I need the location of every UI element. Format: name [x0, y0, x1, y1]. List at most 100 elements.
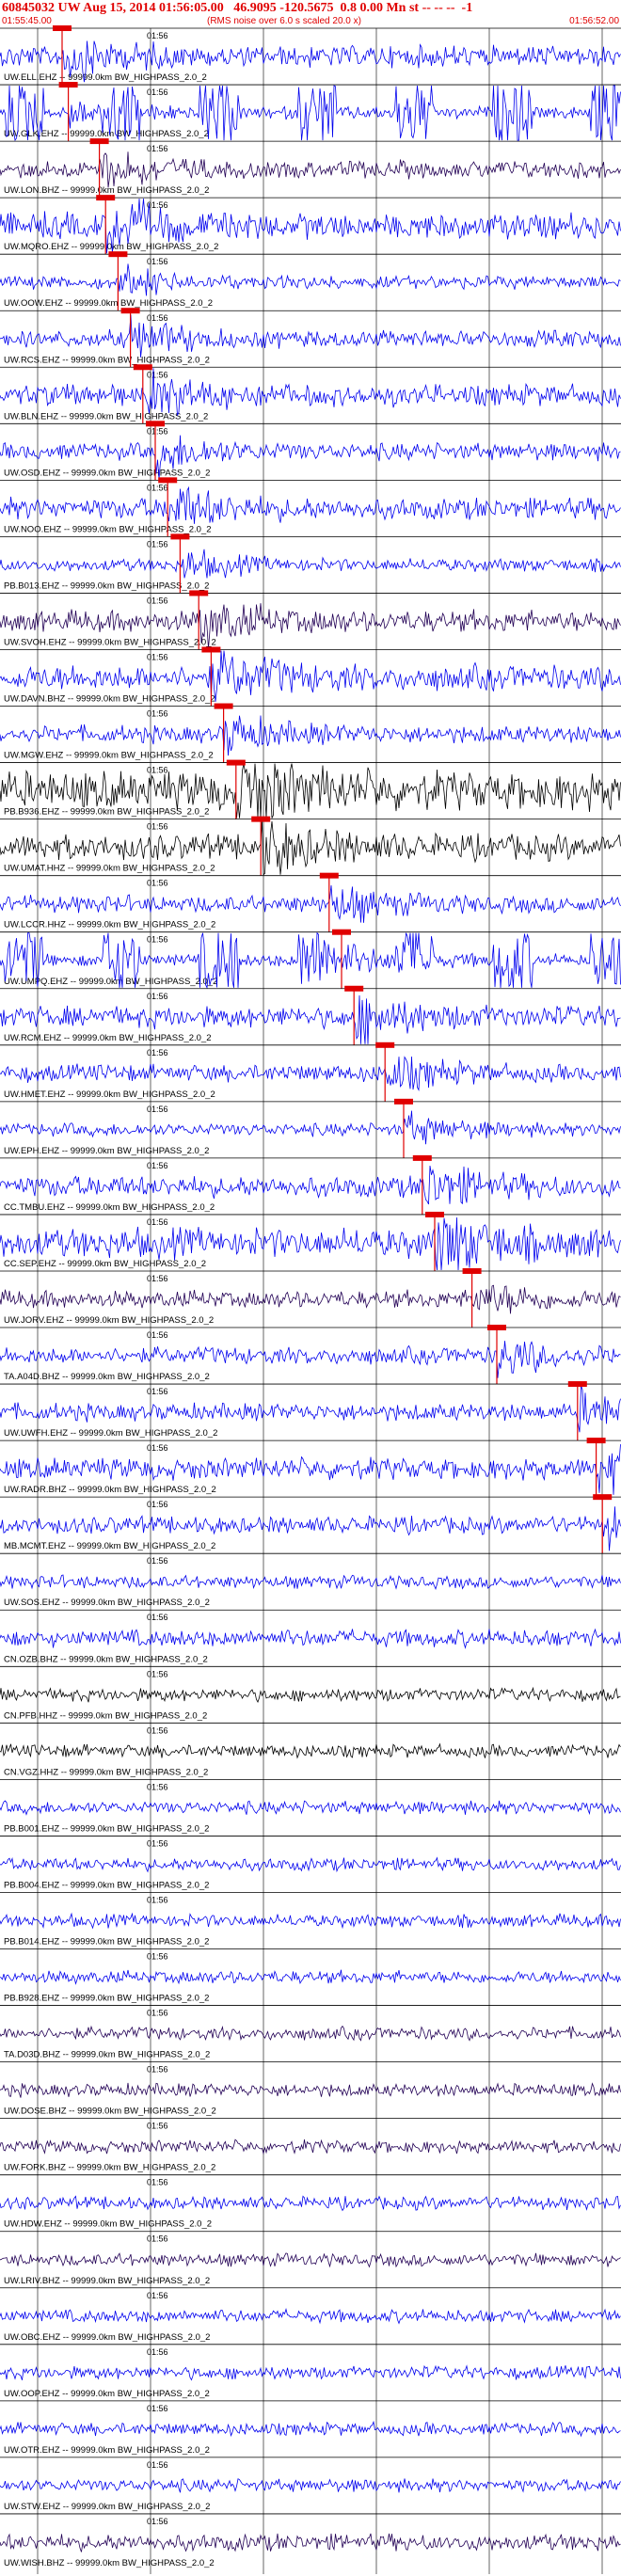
- time-tick-label: 01:56: [147, 1443, 168, 1453]
- pick-marker: [586, 1438, 606, 1444]
- station-label: UW.OTR.EHZ -- 99999.0km BW_HIGHPASS_2.0_…: [4, 2445, 210, 2456]
- waveform-trace: [0, 2195, 621, 2212]
- station-label: UW.OBC.EHZ -- 99999.0km BW_HIGHPASS_2.0_…: [4, 2332, 210, 2343]
- station-label: UW.NOO.EHZ -- 99999.0km BW_HIGHPASS_2.0_…: [4, 524, 212, 534]
- station-label: TA.D03D.BHZ -- 99999.0km BW_HIGHPASS_2.0…: [4, 2050, 210, 2060]
- time-tick-label: 01:56: [147, 1217, 168, 1227]
- waveform-trace: [0, 314, 621, 358]
- pick-marker: [394, 1098, 413, 1105]
- time-tick-label: 01:56: [147, 257, 168, 266]
- station-label: CC.TMBU.EHZ -- 99999.0km BW_HIGHPASS_2.0…: [4, 1202, 215, 1213]
- waveform-trace: [0, 2139, 621, 2155]
- time-tick-label: 01:56: [147, 992, 168, 1001]
- time-tick-label: 01:56: [147, 1330, 168, 1340]
- station-label: UW.HMET.EHZ -- 99999.0km BW_HIGHPASS_2.0…: [4, 1089, 215, 1100]
- waveform-trace: [0, 1856, 621, 1873]
- waveform-trace: [0, 2252, 621, 2268]
- waveform-trace: [0, 2308, 621, 2325]
- time-tick-label: 01:56: [147, 1387, 168, 1396]
- time-tick-label: 01:56: [147, 1500, 168, 1509]
- pick-marker: [120, 308, 140, 314]
- waveform-trace: [0, 1686, 621, 1703]
- station-label: CN.VGZ.HHZ -- 99999.0km BW_HIGHPASS_2.0_…: [4, 1767, 208, 1777]
- time-tick-label: 01:56: [147, 1782, 168, 1791]
- station-label: PB.B928.EHZ -- 99999.0km BW_HIGHPASS_2.0…: [4, 1994, 209, 2004]
- station-label: UW.OOP.EHZ -- 99999.0km BW_HIGHPASS_2.0_…: [4, 2389, 210, 2399]
- pick-marker: [226, 759, 246, 766]
- pick-marker: [214, 703, 233, 709]
- pick-marker: [189, 590, 209, 596]
- waveform-trace: [0, 1800, 621, 1816]
- pick-marker: [567, 1381, 587, 1388]
- station-label: UW.MGW.EHZ -- 99999.0km BW_HIGHPASS_2.0_…: [4, 751, 214, 761]
- time-tick-label: 01:56: [147, 935, 168, 945]
- station-label: UW.LRIV.BHZ -- 99999.0km BW_HIGHPASS_2.0…: [4, 2276, 210, 2286]
- time-tick-label: 01:56: [147, 1274, 168, 1283]
- station-label: MB.MCMT.EHZ -- 99999.0km BW_HIGHPASS_2.0…: [4, 1541, 215, 1551]
- waveform-trace: [0, 1742, 621, 1759]
- waveform-trace: [0, 1912, 621, 1930]
- time-tick-label: 01:56: [147, 1952, 168, 1962]
- waveform-trace: [0, 2478, 621, 2493]
- waveform-trace: [0, 368, 621, 416]
- station-label: UW.OSD.EHZ -- 99999.0km BW_HIGHPASS_2.0_…: [4, 468, 210, 478]
- station-label: UW.SOS.EHZ -- 99999.0km BW_HIGHPASS_2.0_…: [4, 1598, 210, 1608]
- station-label: UW.BLN.EHZ -- 99999.0km BW_HIGHPASS_2.0_…: [4, 411, 208, 421]
- pick-marker: [593, 1494, 613, 1501]
- time-tick-label: 01:56: [147, 2517, 168, 2526]
- time-tick-label: 01:56: [147, 31, 168, 40]
- station-label: UW.DOSE.BHZ -- 99999.0km BW_HIGHPASS_2.0…: [4, 2107, 216, 2117]
- time-tick-label: 01:56: [147, 370, 168, 379]
- station-label: PB.B013.EHZ -- 99999.0km BW_HIGHPASS_2.0…: [4, 580, 209, 591]
- station-label: UW.UWFH.EHZ -- 99999.0km BW_HIGHPASS_2.0…: [4, 1428, 217, 1439]
- time-tick-label: 01:56: [147, 313, 168, 323]
- waveform-trace: [0, 1056, 621, 1091]
- time-tick-label: 01:56: [147, 652, 168, 661]
- waveform-trace: [0, 1385, 621, 1433]
- time-tick-label: 01:56: [147, 2065, 168, 2075]
- time-tick-label: 01:56: [147, 2234, 168, 2244]
- time-tick-label: 01:56: [147, 1669, 168, 1678]
- station-label: UW.FORK.BHZ -- 99999.0km BW_HIGHPASS_2.0…: [4, 2163, 215, 2173]
- time-tick-label: 01:56: [147, 766, 168, 775]
- time-tick-label: 01:56: [147, 539, 168, 549]
- time-tick-label: 01:56: [147, 1613, 168, 1622]
- time-tick-label: 01:56: [147, 1895, 168, 1904]
- time-tick-label: 01:56: [147, 87, 168, 97]
- time-tick-label: 01:56: [147, 2460, 168, 2470]
- seismogram-plot: UW.ELL.EHZ -- 99999.0km BW_HIGHPASS_2.0_…: [0, 25, 621, 2574]
- time-tick-label: 01:56: [147, 426, 168, 436]
- waveform-trace: [0, 884, 621, 923]
- waveform-trace: [0, 1628, 621, 1649]
- time-tick-label: 01:56: [147, 1556, 168, 1566]
- station-label: PB.B936.EHZ -- 99999.0km BW_HIGHPASS_2.0…: [4, 807, 209, 818]
- station-label: UW.STW.EHZ -- 99999.0km BW_HIGHPASS_2.0_…: [4, 2502, 210, 2512]
- station-label: UW.LCCR.HHZ -- 99999.0km BW_HIGHPASS_2.0…: [4, 920, 215, 930]
- station-label: UW.RCM.EHZ -- 99999.0km BW_HIGHPASS_2.0_…: [4, 1033, 212, 1043]
- waveform-trace: [0, 485, 621, 524]
- pick-marker: [319, 872, 339, 879]
- time-tick-label: 01:56: [147, 596, 168, 605]
- pick-marker: [425, 1211, 444, 1217]
- station-label: UW.UMAT.HHZ -- 99999.0km BW_HIGHPASS_2.0…: [4, 864, 215, 874]
- station-label: UW.RADR.BHZ -- 99999.0km BW_HIGHPASS_2.0…: [4, 1485, 216, 1495]
- station-label: CN.OZB.BHZ -- 99999.0km BW_HIGHPASS_2.0_…: [4, 1654, 208, 1664]
- time-tick-label: 01:56: [147, 144, 168, 153]
- time-tick-label: 01:56: [147, 2347, 168, 2357]
- station-label: UW.JORV.EHZ -- 99999.0km BW_HIGHPASS_2.0…: [4, 1315, 214, 1326]
- station-label: UW.UMPQ.EHZ -- 99999.0km BW_HIGHPASS_2.0…: [4, 977, 217, 987]
- station-label: PB.B004.EHZ -- 99999.0km BW_HIGHPASS_2.0…: [4, 1880, 209, 1890]
- waveform-trace: [0, 2533, 621, 2552]
- pick-marker: [375, 1042, 395, 1048]
- waveform-trace: [0, 1969, 621, 1985]
- pick-marker: [412, 1154, 432, 1161]
- time-tick-label: 01:56: [147, 879, 168, 888]
- time-tick-label: 01:56: [147, 709, 168, 719]
- time-tick-label: 01:56: [147, 2404, 168, 2413]
- time-tick-label: 01:56: [147, 1725, 168, 1735]
- time-tick-label: 01:56: [147, 1105, 168, 1114]
- waveform-trace: [0, 1574, 621, 1590]
- station-label: TA.A04D.BHZ -- 99999.0km BW_HIGHPASS_2.0…: [4, 1372, 210, 1382]
- pick-marker: [133, 364, 152, 371]
- waveform-trace: [0, 1165, 621, 1205]
